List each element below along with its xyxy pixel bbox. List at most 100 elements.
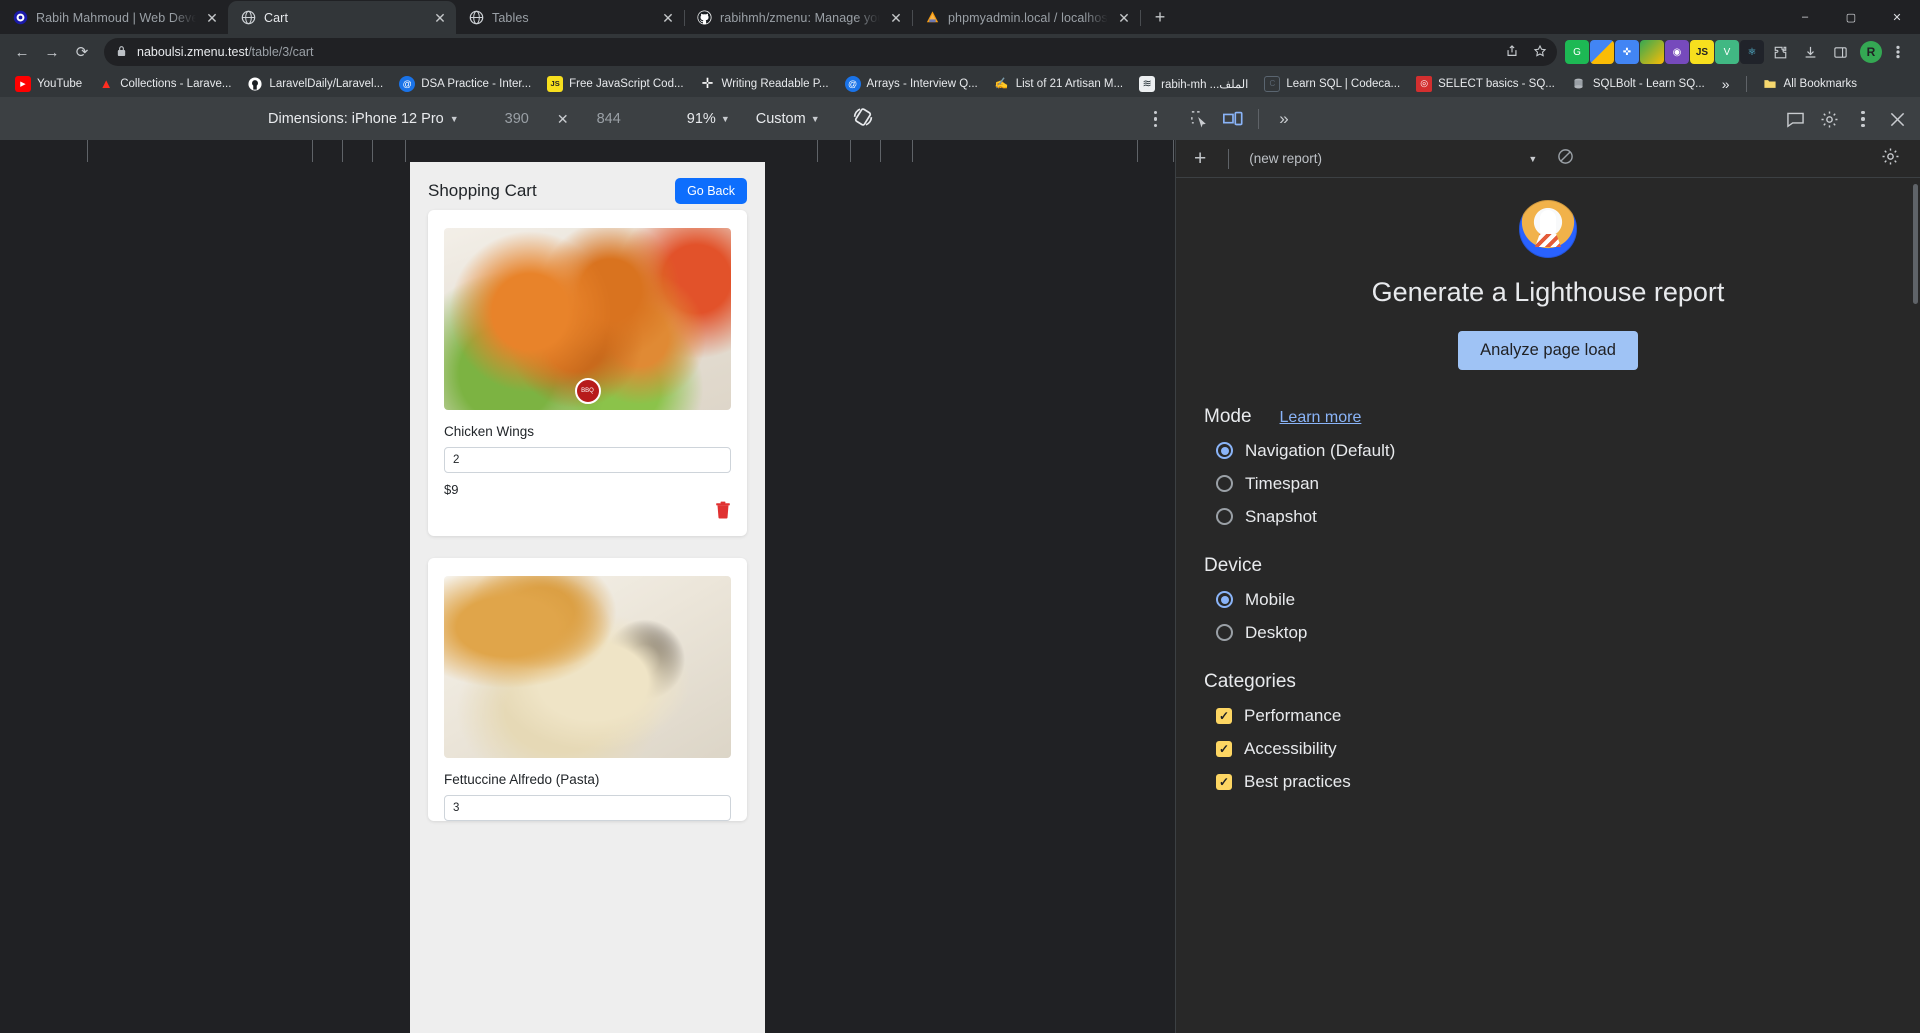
vue-devtools-extension-icon[interactable]: V — [1715, 40, 1739, 64]
youtube-icon: ▶ — [15, 75, 31, 92]
bookmark-arrays-interview[interactable]: @ Arrays - Interview Q... — [838, 73, 985, 95]
tab-close-button[interactable]: ✕ — [432, 10, 448, 26]
device-section: Device Mobile Desktop — [1204, 555, 1892, 643]
radio-icon[interactable] — [1216, 442, 1233, 460]
categories-section: Categories ✓ Performance ✓ Accessibility… — [1204, 671, 1892, 792]
avatar[interactable]: R — [1860, 41, 1882, 63]
new-report-button[interactable]: + — [1186, 147, 1214, 171]
tab-github-zmenu[interactable]: rabihmh/zmenu: Manage your re ✕ — [684, 1, 913, 34]
device-option-mobile[interactable]: Mobile — [1204, 590, 1892, 610]
devtools-menu-icon[interactable] — [1848, 104, 1878, 134]
category-option-best-practices[interactable]: ✓ Best practices — [1204, 772, 1892, 792]
learn-more-link[interactable]: Learn more — [1280, 409, 1362, 427]
go-back-button[interactable]: Go Back — [675, 178, 747, 204]
minimize-button[interactable]: – — [1782, 1, 1828, 33]
share-icon[interactable] — [1505, 44, 1519, 61]
checkbox-icon[interactable]: ✓ — [1216, 740, 1232, 757]
more-tabs-button[interactable]: » — [1269, 104, 1299, 134]
maximize-button[interactable]: ▢ — [1828, 1, 1874, 33]
reload-button[interactable]: ⟳ — [68, 38, 96, 66]
bookmark-learn-sql-codecademy[interactable]: C Learn SQL | Codeca... — [1257, 73, 1407, 95]
star-icon[interactable] — [1533, 44, 1547, 61]
report-select-dropdown[interactable]: (new report) ▼ — [1243, 151, 1543, 166]
bookmark-select-basics[interactable]: ◎ SELECT basics - SQ... — [1409, 73, 1562, 95]
wappalyzer-extension-icon[interactable]: ✜ — [1615, 40, 1639, 64]
device-width-input[interactable]: 390 — [505, 111, 529, 127]
tab-close-button[interactable]: ✕ — [204, 10, 220, 26]
all-bookmarks-button[interactable]: All Bookmarks — [1755, 73, 1865, 95]
bookmark-free-javascript[interactable]: JS Free JavaScript Cod... — [540, 73, 690, 95]
address-bar[interactable]: naboulsi.zmenu.test/table/3/cart — [104, 38, 1557, 66]
categories-title: Categories — [1204, 670, 1296, 692]
forward-button[interactable]: → — [38, 38, 66, 66]
zoom-dropdown[interactable]: 91% — [687, 111, 716, 127]
category-option-performance[interactable]: ✓ Performance — [1204, 706, 1892, 726]
back-button[interactable]: ← — [8, 38, 36, 66]
device-emulation-toolbar: Dimensions: iPhone 12 Pro ▼ 390 ✕ 844 91… — [0, 98, 1175, 140]
bookmark-sqlbolt[interactable]: SQLBolt - Learn SQ... — [1564, 73, 1712, 95]
category-option-label: Best practices — [1244, 771, 1351, 791]
cart-item-chicken-wings: BBQ Chicken Wings $9 — [428, 210, 747, 536]
checkbox-icon[interactable]: ✓ — [1216, 707, 1232, 724]
radio-icon[interactable] — [1216, 508, 1233, 526]
grammarly-extension-icon[interactable]: G — [1565, 40, 1589, 64]
imagecolor-extension-icon[interactable] — [1640, 40, 1664, 64]
device-option-desktop[interactable]: Desktop — [1204, 623, 1892, 643]
tab-rabih-mahmoud[interactable]: Rabih Mahmoud | Web Develop ✕ — [0, 1, 228, 34]
mode-option-snapshot[interactable]: Snapshot — [1204, 507, 1892, 527]
redux-extension-icon[interactable]: ◉ — [1665, 40, 1689, 64]
side-panel-icon[interactable] — [1826, 38, 1854, 66]
toolbar-divider — [1258, 109, 1259, 129]
quantity-input[interactable] — [444, 795, 731, 821]
bookmark-label: SELECT basics - SQ... — [1438, 77, 1555, 90]
new-tab-button[interactable]: + — [1146, 3, 1174, 31]
dimensions-dropdown[interactable]: Dimensions: iPhone 12 Pro ▼ — [268, 111, 459, 127]
tab-close-button[interactable]: ✕ — [1116, 10, 1132, 26]
device-height-input[interactable]: 844 — [597, 111, 621, 127]
colorpicker-extension-icon[interactable] — [1590, 40, 1614, 64]
issues-message-icon[interactable] — [1780, 104, 1810, 134]
bookmark-dsa-practice[interactable]: @ DSA Practice - Inter... — [392, 73, 538, 95]
clear-report-icon[interactable] — [1551, 148, 1580, 170]
chevron-down-icon: ▼ — [1528, 153, 1538, 164]
tab-phpmyadmin[interactable]: phpmyadmin.local / localhost / ✕ — [912, 1, 1141, 34]
bookmark-rabih-mh[interactable]: ≋ rabih-mh ...الملف — [1132, 73, 1255, 95]
tab-close-button[interactable]: ✕ — [888, 10, 904, 26]
tab-cart[interactable]: Cart ✕ — [228, 1, 456, 34]
close-window-button[interactable]: ✕ — [1874, 1, 1920, 33]
checkbox-icon[interactable]: ✓ — [1216, 773, 1232, 790]
tab-close-button[interactable]: ✕ — [660, 10, 676, 26]
bookmark-label: Collections - Larave... — [120, 77, 232, 90]
close-icon[interactable] — [1882, 104, 1912, 134]
puzzle-icon[interactable] — [1766, 38, 1794, 66]
analyze-page-load-button[interactable]: Analyze page load — [1458, 330, 1638, 370]
download-icon[interactable] — [1796, 38, 1824, 66]
bookmark-laraveldaily[interactable]: LaravelDaily/Laravel... — [240, 73, 390, 95]
bookmarks-overflow-button[interactable]: » — [1714, 76, 1738, 92]
json-extension-icon[interactable]: JS — [1690, 40, 1714, 64]
inspect-element-icon[interactable] — [1184, 104, 1214, 134]
devtools-panel: » + (new report) ▼ Generate a Lighthouse… — [1175, 98, 1920, 1033]
scrollbar-thumb[interactable] — [1913, 184, 1918, 304]
gear-icon[interactable] — [1814, 104, 1844, 134]
throttling-dropdown[interactable]: Custom — [756, 111, 806, 127]
react-devtools-extension-icon[interactable]: ⚛ — [1740, 40, 1764, 64]
bookmark-collections-laravel[interactable]: ▲ Collections - Larave... — [91, 73, 238, 95]
device-toolbar-icon[interactable] — [1218, 104, 1248, 134]
radio-icon[interactable] — [1216, 475, 1233, 493]
bookmark-youtube[interactable]: ▶ YouTube — [8, 73, 89, 95]
tab-tables[interactable]: Tables ✕ — [456, 1, 685, 34]
bookmark-artisan-list[interactable]: ✍ List of 21 Artisan M... — [987, 73, 1130, 95]
trash-icon[interactable] — [715, 501, 731, 524]
category-option-accessibility[interactable]: ✓ Accessibility — [1204, 739, 1892, 759]
mode-option-timespan[interactable]: Timespan — [1204, 474, 1892, 494]
mode-option-navigation[interactable]: Navigation (Default) — [1204, 441, 1892, 461]
device-toolbar-menu-icon[interactable] — [1142, 110, 1170, 128]
radio-icon[interactable] — [1216, 591, 1233, 609]
gear-icon[interactable] — [1875, 147, 1910, 171]
radio-icon[interactable] — [1216, 624, 1233, 642]
quantity-input[interactable] — [444, 447, 731, 473]
rotate-device-icon[interactable] — [850, 104, 876, 134]
kebab-menu-icon[interactable] — [1884, 38, 1912, 66]
bookmark-writing-readable[interactable]: ✛ Writing Readable P... — [693, 73, 836, 95]
